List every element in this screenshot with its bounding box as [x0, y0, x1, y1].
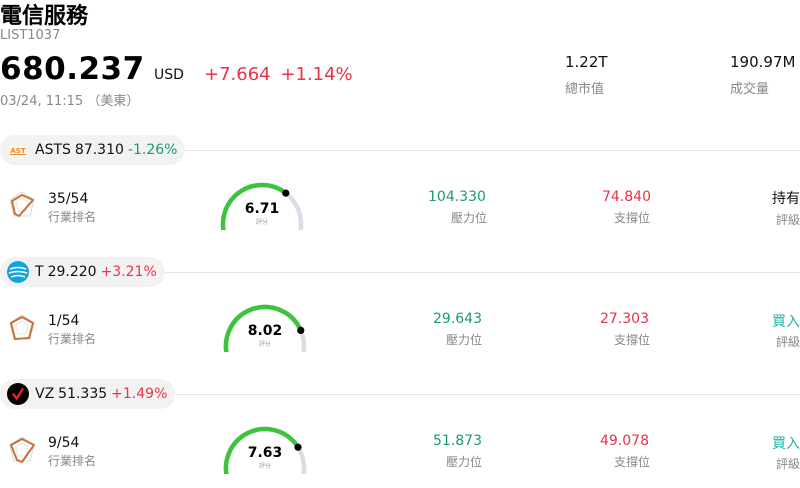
score-label: 評分 — [258, 341, 271, 348]
stock-change-percent: +1.49% — [111, 386, 168, 402]
resistance-label: 壓力位 — [451, 211, 488, 225]
stock-price: 29.220 — [47, 264, 97, 280]
stock-price: 51.335 — [58, 386, 108, 402]
score-label: 評分 — [258, 463, 271, 470]
stock-symbol: ASTS — [35, 142, 71, 158]
rating-label: 評級 — [775, 457, 800, 471]
support-value: 74.840 — [602, 189, 651, 205]
score-value: 8.02 — [247, 323, 283, 339]
industry-rank: 1/54 — [48, 313, 80, 329]
rating-label: 評級 — [775, 335, 800, 349]
industry-rank-label: 行業排名 — [48, 454, 97, 468]
industry-rank: 9/54 — [48, 435, 80, 451]
support-value: 49.078 — [600, 433, 649, 449]
rating-value: 買入 — [772, 436, 800, 452]
stock-chip-asts[interactable]: AST ASTS 87.310 -1.26% — [0, 135, 186, 165]
stock-change-percent: -1.26% — [127, 142, 178, 158]
radar-chart-icon — [7, 435, 37, 469]
rating-value: 買入 — [772, 314, 800, 330]
support-label: 支撐位 — [614, 211, 651, 225]
radar-chart-icon — [7, 190, 37, 224]
resistance-label: 壓力位 — [446, 333, 483, 347]
att-logo-icon — [7, 261, 29, 283]
list-code: LIST1037 — [0, 28, 61, 43]
price-change: +7.664 +1.14% — [204, 64, 353, 85]
volume-label: 成交量 — [730, 82, 770, 97]
resistance-label: 壓力位 — [446, 455, 483, 469]
score-label: 評分 — [255, 219, 268, 226]
support-label: 支撐位 — [614, 333, 651, 347]
market-cap-value: 1.22T — [565, 53, 608, 71]
stock-chip-vz[interactable]: VZ 51.335 +1.49% — [0, 379, 176, 409]
quote-timestamp: 03/24, 11:15 （美東） — [0, 94, 140, 109]
rating-label: 評級 — [775, 213, 800, 227]
market-cap-label: 總市值 — [565, 82, 605, 97]
industry-rank-label: 行業排名 — [48, 332, 97, 346]
score-value: 6.71 — [244, 201, 280, 217]
support-value: 27.303 — [600, 311, 649, 327]
stock-symbol: T — [35, 264, 44, 280]
support-label: 支撐位 — [614, 455, 651, 469]
asts-logo-icon: AST — [7, 139, 29, 161]
change-amount: +7.664 — [204, 64, 271, 85]
rating-value: 持有 — [772, 191, 800, 207]
resistance-value: 51.873 — [433, 433, 482, 449]
verizon-logo-icon — [7, 383, 29, 405]
stock-price: 87.310 — [74, 142, 124, 158]
resistance-value: 29.643 — [433, 311, 482, 327]
currency-label: USD — [154, 67, 184, 83]
stock-change-percent: +3.21% — [100, 264, 157, 280]
page-title: 電信服務 — [0, 4, 89, 29]
stock-symbol: VZ — [35, 386, 55, 402]
industry-rank: 35/54 — [48, 191, 89, 207]
resistance-value: 104.330 — [428, 189, 486, 205]
change-percent: +1.14% — [280, 64, 353, 85]
stock-chip-t[interactable]: T 29.220 +3.21% — [0, 257, 165, 287]
svg-text:AST: AST — [10, 147, 25, 155]
radar-chart-icon — [7, 313, 37, 347]
industry-rank-label: 行業排名 — [48, 210, 97, 224]
index-price: 680.237 — [0, 51, 145, 87]
volume-value: 190.97M — [730, 53, 796, 71]
score-value: 7.63 — [247, 445, 283, 461]
